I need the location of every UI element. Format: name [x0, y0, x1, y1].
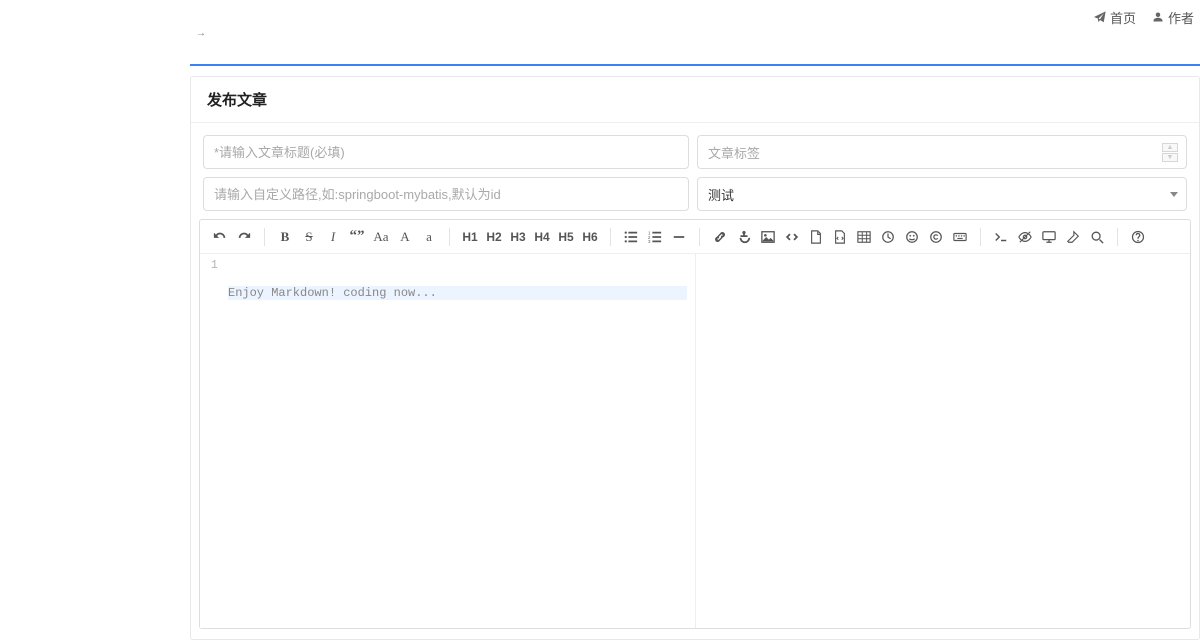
italic-button[interactable]: I [323, 226, 343, 248]
user-icon [1152, 11, 1164, 23]
tags-spinner: ▲ ▼ [1162, 143, 1178, 162]
h1-button[interactable]: H1 [460, 226, 480, 248]
table-icon [857, 230, 871, 244]
file-code-button[interactable] [830, 226, 850, 248]
clock-icon [881, 230, 895, 244]
strikethrough-button[interactable]: S [299, 226, 319, 248]
code-button[interactable] [782, 226, 802, 248]
top-nav: 首页 作者 [0, 0, 1200, 34]
svg-text:3: 3 [648, 239, 651, 244]
chevron-down-icon [1170, 192, 1178, 197]
undo-button[interactable] [210, 226, 230, 248]
tag-spin-up[interactable]: ▲ [1162, 143, 1178, 152]
category-select[interactable]: 测试 [697, 177, 1187, 211]
category-selected-label: 测试 [708, 185, 734, 204]
toolbar-sep [610, 228, 611, 246]
copyright-button[interactable] [926, 226, 946, 248]
eraser-button[interactable] [1063, 226, 1083, 248]
clock-button[interactable] [878, 226, 898, 248]
h2-button[interactable]: H2 [484, 226, 504, 248]
eraser-icon [1066, 230, 1080, 244]
tag-spin-down[interactable]: ▼ [1162, 153, 1178, 162]
help-button[interactable] [1128, 226, 1148, 248]
h6-button[interactable]: H6 [580, 226, 600, 248]
ol-button[interactable]: 123 [645, 226, 665, 248]
markdown-editor: B S I “” Aa A a H1 H2 H3 H4 H5 H6 [199, 219, 1191, 629]
list-ul-icon [624, 230, 638, 244]
undo-icon [213, 230, 227, 244]
copyright-icon [929, 230, 943, 244]
article-title-input[interactable] [203, 135, 689, 169]
paper-plane-icon [1094, 11, 1106, 23]
code-editor[interactable]: 1 Enjoy Markdown! coding now... [200, 254, 696, 628]
editor-body: 1 Enjoy Markdown! coding now... [200, 254, 1190, 628]
line-gutter: 1 [200, 254, 224, 628]
terminal-icon [994, 230, 1008, 244]
tab-indicator [190, 46, 1200, 66]
h4-button[interactable]: H4 [532, 226, 552, 248]
heading-group: H1 H2 H3 H4 H5 H6 [460, 226, 600, 248]
nav-author-label: 作者 [1168, 8, 1194, 27]
editor-placeholder: Enjoy Markdown! coding now... [228, 286, 687, 300]
form-row-title-tags: 文章标签 ▲ ▼ [203, 135, 1187, 169]
toolbar-sep [699, 228, 700, 246]
search-button[interactable] [1087, 226, 1107, 248]
image-icon [761, 230, 775, 244]
list-ol-icon: 123 [648, 230, 662, 244]
toolbar-sep [264, 228, 265, 246]
toolbar-sep [980, 228, 981, 246]
preview-pane [696, 254, 1191, 628]
toolbar-sep [1117, 228, 1118, 246]
image-button[interactable] [758, 226, 778, 248]
keyboard-button[interactable] [950, 226, 970, 248]
code-area[interactable]: Enjoy Markdown! coding now... [224, 254, 695, 628]
h3-button[interactable]: H3 [508, 226, 528, 248]
minus-icon [672, 230, 686, 244]
article-tags-input[interactable]: 文章标签 ▲ ▼ [697, 135, 1187, 169]
uppercase-button[interactable]: A [395, 226, 415, 248]
code-icon [785, 230, 799, 244]
form-rows: 文章标签 ▲ ▼ 测试 [191, 123, 1199, 219]
table-button[interactable] [854, 226, 874, 248]
form-row-path-category: 测试 [203, 177, 1187, 211]
file-icon [809, 230, 823, 244]
preview-button[interactable] [1039, 226, 1059, 248]
anchor-icon [737, 230, 751, 244]
bold-button[interactable]: B [275, 226, 295, 248]
file-button[interactable] [806, 226, 826, 248]
blockquote-button[interactable]: “” [347, 226, 367, 248]
smile-icon [905, 230, 919, 244]
panel-title: 发布文章 [191, 77, 1199, 123]
link-button[interactable] [710, 226, 730, 248]
redo-button[interactable] [234, 226, 254, 248]
article-path-input[interactable] [203, 177, 689, 211]
search-icon [1090, 230, 1104, 244]
sidebar-collapse-icon[interactable]: → [196, 28, 206, 39]
ul-button[interactable] [621, 226, 641, 248]
nav-author[interactable]: 作者 [1152, 8, 1194, 27]
terminal-button[interactable] [991, 226, 1011, 248]
article-form-panel: 发布文章 文章标签 ▲ ▼ 测试 [190, 76, 1200, 640]
nav-home-label: 首页 [1110, 8, 1136, 27]
font-case-button[interactable]: Aa [371, 226, 391, 248]
monitor-icon [1042, 230, 1056, 244]
file-code-icon [833, 230, 847, 244]
editor-toolbar: B S I “” Aa A a H1 H2 H3 H4 H5 H6 [200, 220, 1190, 254]
toolbar-sep [449, 228, 450, 246]
keyboard-icon [953, 230, 967, 244]
eye-off-button[interactable] [1015, 226, 1035, 248]
anchor-button[interactable] [734, 226, 754, 248]
help-icon [1131, 230, 1145, 244]
redo-icon [237, 230, 251, 244]
h5-button[interactable]: H5 [556, 226, 576, 248]
line-number: 1 [200, 258, 218, 272]
tags-placeholder: 文章标签 [708, 143, 760, 162]
emoji-button[interactable] [902, 226, 922, 248]
eye-slash-icon [1018, 230, 1032, 244]
page: 发布文章 文章标签 ▲ ▼ 测试 [190, 46, 1200, 640]
lowercase-button[interactable]: a [419, 226, 439, 248]
link-icon [713, 230, 727, 244]
nav-home[interactable]: 首页 [1094, 8, 1136, 27]
hr-button[interactable] [669, 226, 689, 248]
